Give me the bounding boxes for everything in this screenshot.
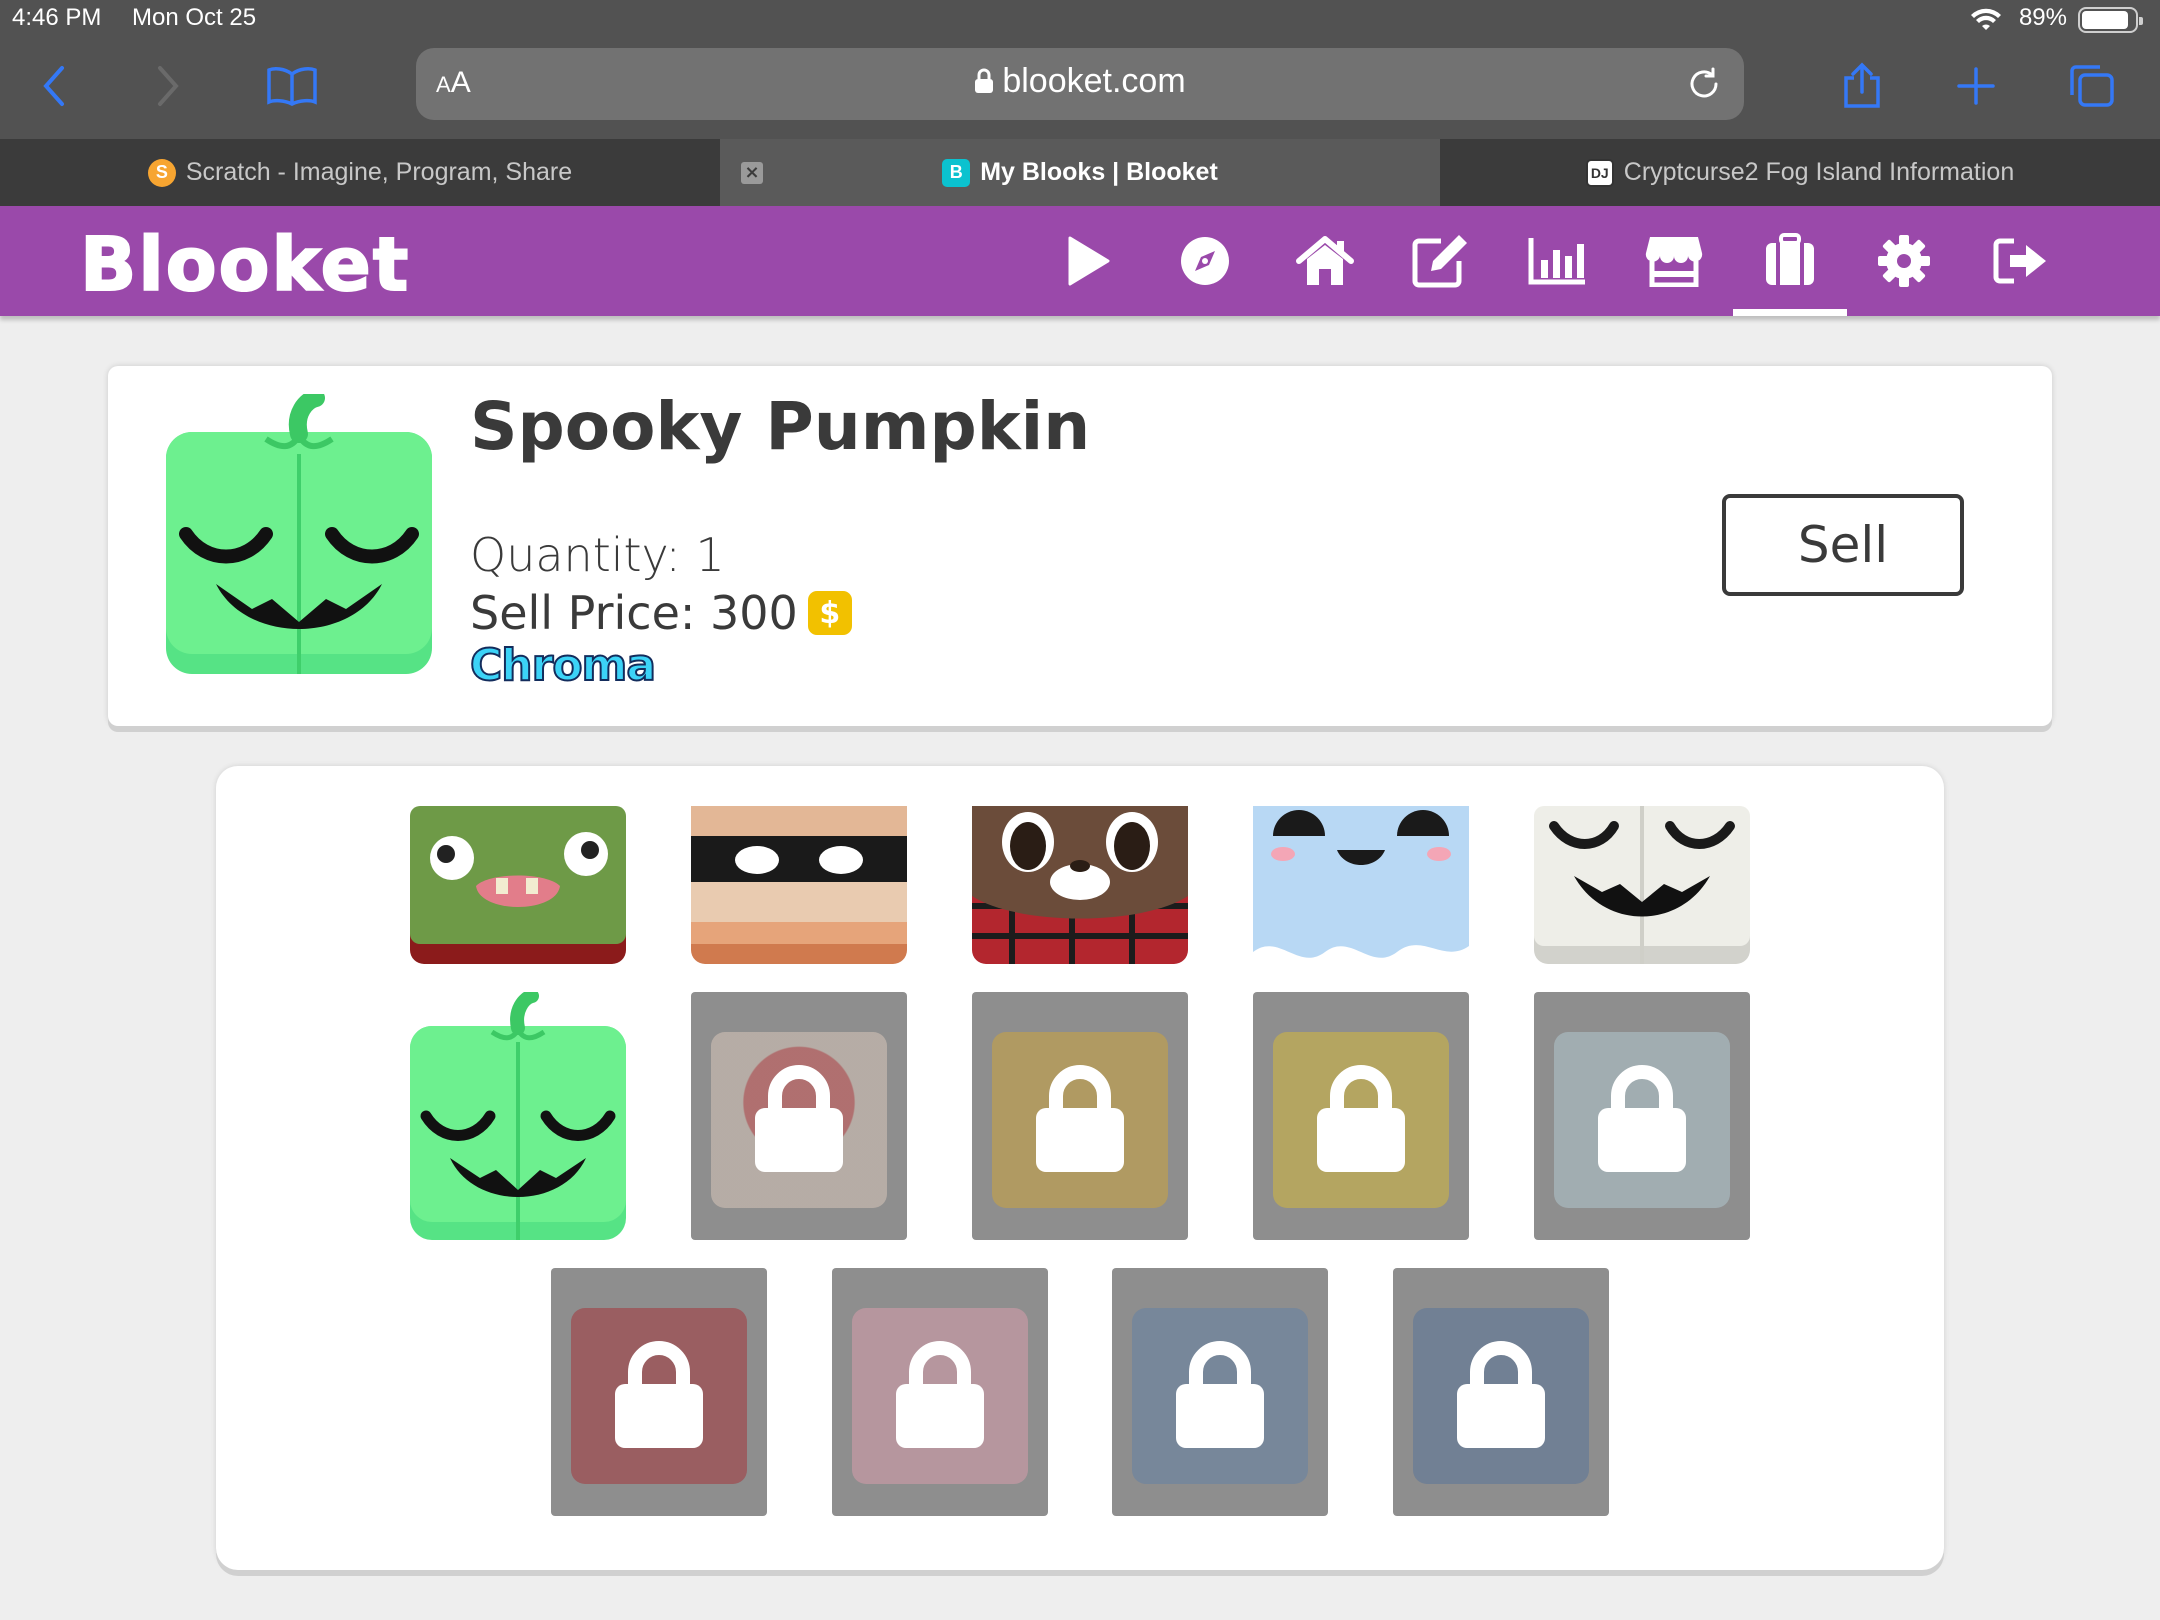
tab-strip: S Scratch - Imagine, Program, Share B My… bbox=[0, 139, 2160, 206]
tab-scratch[interactable]: S Scratch - Imagine, Program, Share bbox=[0, 139, 720, 206]
lock-icon bbox=[1598, 1065, 1686, 1172]
lock-icon bbox=[1457, 1341, 1545, 1448]
home-icon[interactable] bbox=[1295, 231, 1355, 291]
dj-favicon: DJ bbox=[1585, 158, 1614, 187]
stats-icon[interactable] bbox=[1527, 231, 1587, 291]
sell-button[interactable]: Sell bbox=[1722, 494, 1964, 596]
app-header: Blooket bbox=[0, 206, 2160, 316]
address-bar[interactable]: AA blooket.com bbox=[416, 48, 1744, 120]
sell-price-text: Sell Price: 300 bbox=[470, 586, 798, 640]
battery-fill bbox=[2082, 11, 2129, 29]
blook-detail-card: Spooky Pumpkin Quantity: 1 Sell Price: 3… bbox=[108, 366, 2052, 726]
play-icon[interactable] bbox=[1058, 231, 1118, 291]
blook-ghost[interactable] bbox=[1253, 806, 1469, 964]
lock-icon bbox=[1317, 1065, 1405, 1172]
blook-locked-pink[interactable] bbox=[832, 1268, 1048, 1516]
blook-quantity: Quantity: 1 bbox=[470, 528, 725, 582]
back-icon[interactable] bbox=[24, 58, 84, 114]
blook-locked-tv[interactable] bbox=[1534, 992, 1750, 1240]
blook-locked-crown[interactable] bbox=[1253, 992, 1469, 1240]
blook-locked-blue-1[interactable] bbox=[1112, 1268, 1328, 1516]
tab-title: Scratch - Imagine, Program, Share bbox=[185, 158, 573, 186]
market-icon[interactable] bbox=[1644, 231, 1704, 291]
blook-name: Spooky Pumpkin bbox=[470, 388, 1091, 465]
blook-rarity: Chroma bbox=[469, 639, 657, 692]
blook-locked-top-hat[interactable] bbox=[972, 992, 1188, 1240]
edit-icon[interactable] bbox=[1410, 231, 1470, 291]
reload-icon[interactable] bbox=[1686, 66, 1722, 102]
bookmarks-icon[interactable] bbox=[262, 58, 322, 114]
tab-cryptcurse[interactable]: DJ Cryptcurse2 Fog Island Information bbox=[1440, 139, 2160, 206]
lock-icon bbox=[975, 68, 994, 93]
lock-icon bbox=[755, 1065, 843, 1172]
forward-icon[interactable] bbox=[138, 58, 198, 114]
coin-icon: $ bbox=[807, 591, 852, 635]
blook-locked-samurai[interactable] bbox=[551, 1268, 767, 1516]
share-icon[interactable] bbox=[1832, 58, 1892, 114]
blook-locked-mushroom[interactable] bbox=[691, 992, 907, 1240]
blook-spooky-pumpkin[interactable] bbox=[410, 989, 626, 1240]
tabs-overview-icon[interactable] bbox=[2062, 58, 2122, 114]
scratch-favicon: S bbox=[147, 158, 176, 187]
blooks-icon[interactable] bbox=[1760, 231, 1820, 291]
browser-chrome: 4:46 PM Mon Oct 25 89% AA blooket.com bbox=[0, 0, 2160, 139]
lock-icon bbox=[1036, 1065, 1124, 1172]
blook-sell-price: Sell Price: 300 $ bbox=[470, 586, 852, 640]
tab-title: Cryptcurse2 Fog Island Information bbox=[1623, 158, 2015, 186]
lock-icon bbox=[615, 1341, 703, 1448]
tab-title: My Blooks | Blooket bbox=[980, 158, 1218, 186]
blooket-logo[interactable]: Blooket bbox=[79, 221, 410, 309]
new-tab-icon[interactable] bbox=[1946, 58, 2006, 114]
active-nav-indicator bbox=[1733, 309, 1847, 316]
status-time: 4:46 PM bbox=[12, 4, 102, 31]
close-tab-icon[interactable]: × bbox=[741, 162, 763, 184]
url-text[interactable]: blooket.com bbox=[416, 62, 1744, 101]
tab-blooket[interactable]: B My Blooks | Blooket bbox=[720, 139, 1440, 206]
lock-icon bbox=[1176, 1341, 1264, 1448]
blook-mummy[interactable] bbox=[691, 806, 907, 964]
spooky-pumpkin-blook-image bbox=[166, 394, 432, 674]
blook-white-pumpkin[interactable] bbox=[1534, 806, 1750, 964]
blooket-favicon: B bbox=[942, 158, 971, 187]
blook-werewolf[interactable] bbox=[972, 806, 1188, 964]
lock-icon bbox=[896, 1341, 984, 1448]
wifi-icon bbox=[1971, 8, 2001, 30]
blook-zombie[interactable] bbox=[410, 806, 626, 964]
status-date: Mon Oct 25 bbox=[132, 4, 257, 31]
compass-icon[interactable] bbox=[1175, 231, 1235, 291]
battery-icon bbox=[2078, 7, 2143, 33]
settings-icon[interactable] bbox=[1874, 231, 1934, 291]
blook-locked-blue-2[interactable] bbox=[1393, 1268, 1609, 1516]
blooks-grid bbox=[216, 766, 1944, 1570]
logout-icon[interactable] bbox=[1990, 231, 2050, 291]
battery-percent: 89% bbox=[2018, 4, 2067, 31]
